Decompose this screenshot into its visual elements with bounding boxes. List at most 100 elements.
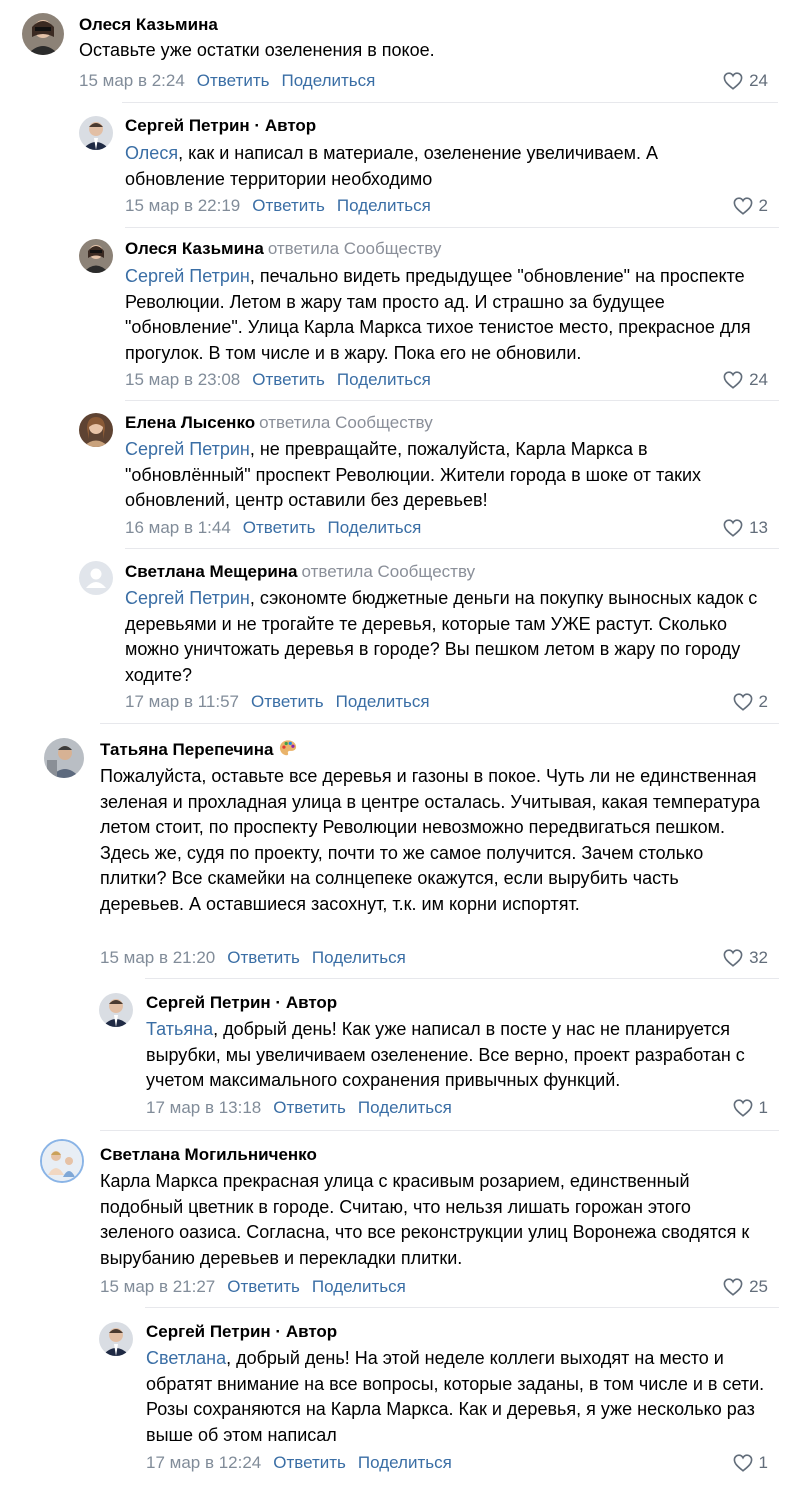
avatar[interactable] (99, 1322, 133, 1356)
heart-icon (723, 519, 743, 537)
heart-icon (723, 371, 743, 389)
comment-date[interactable]: 17 мар в 13:18 (146, 1098, 261, 1117)
avatar[interactable] (22, 13, 64, 55)
divider (125, 227, 779, 228)
reply-button[interactable]: Ответить (273, 1453, 346, 1472)
author-name[interactable]: Светлана Могильниченко (100, 1145, 317, 1164)
divider (125, 548, 779, 549)
avatar[interactable] (79, 116, 113, 150)
like-count: 1 (758, 1098, 768, 1117)
mention-link[interactable]: Олеся (125, 143, 178, 163)
share-button[interactable]: Поделиться (327, 518, 421, 537)
comment-text: Сергей Петрин, печально видеть предыдуще… (125, 266, 751, 363)
reply-button[interactable]: Ответить (252, 196, 325, 215)
comment-date[interactable]: 15 мар в 22:19 (125, 196, 240, 215)
divider (100, 723, 779, 724)
author-badge: Автор (285, 1322, 338, 1341)
reply-button[interactable]: Ответить (197, 71, 270, 90)
divider (145, 1307, 779, 1308)
heart-icon (723, 949, 743, 967)
comment-date[interactable]: 15 мар в 21:27 (100, 1277, 215, 1296)
heart-icon (723, 72, 743, 90)
divider (145, 978, 779, 979)
author-badge: Автор (264, 116, 317, 135)
mention-link[interactable]: Сергей Петрин (125, 588, 250, 608)
author-name[interactable]: Сергей Петрин (146, 993, 271, 1012)
palette-icon (279, 739, 297, 757)
reply-target[interactable]: ответила Сообществу (302, 562, 476, 581)
like-button[interactable]: 1 (733, 1097, 768, 1119)
comment-text: Карла Маркса прекрасная улица с красивым… (100, 1171, 750, 1268)
avatar[interactable] (99, 993, 133, 1027)
share-button[interactable]: Поделиться (312, 948, 406, 967)
comment-text: Олеся, как и написал в материале, озелен… (125, 143, 659, 189)
like-button[interactable]: 2 (733, 195, 768, 217)
share-button[interactable]: Поделиться (358, 1098, 452, 1117)
comment-date[interactable]: 16 мар в 1:44 (125, 518, 231, 537)
like-button[interactable]: 24 (723, 70, 768, 92)
mention-link[interactable]: Светлана (146, 1348, 226, 1368)
heart-icon (723, 1278, 743, 1296)
comment-date[interactable]: 15 мар в 23:08 (125, 370, 240, 389)
avatar[interactable] (79, 413, 113, 447)
like-button[interactable]: 1 (733, 1452, 768, 1474)
comment-text: Оставьте уже остатки озеленения в покое. (79, 40, 435, 60)
reply-button[interactable]: Ответить (243, 518, 316, 537)
share-button[interactable]: Поделиться (337, 370, 431, 389)
heart-icon (733, 197, 753, 215)
share-button[interactable]: Поделиться (336, 692, 430, 711)
heart-icon (733, 1454, 753, 1472)
comment-date[interactable]: 17 мар в 11:57 (125, 692, 239, 711)
avatar[interactable] (40, 1139, 84, 1183)
author-name[interactable]: Светлана Мещерина (125, 562, 298, 581)
reply-button[interactable]: Ответить (227, 948, 300, 967)
comment-date[interactable]: 15 мар в 2:24 (79, 71, 185, 90)
like-button[interactable]: 32 (723, 947, 768, 969)
author-name[interactable]: Татьяна Перепечина (100, 740, 273, 759)
share-button[interactable]: Поделиться (281, 71, 375, 90)
reply-button[interactable]: Ответить (227, 1277, 300, 1296)
share-button[interactable]: Поделиться (312, 1277, 406, 1296)
reply-button[interactable]: Ответить (252, 370, 325, 389)
avatar[interactable] (79, 561, 113, 595)
mention-link[interactable]: Татьяна (146, 1019, 213, 1039)
comment-text: Пожалуйста, оставьте все деревья и газон… (100, 766, 760, 914)
author-name[interactable]: Елена Лысенко (125, 413, 255, 432)
author-name[interactable]: Олеся Казьмина (125, 239, 264, 258)
author-name[interactable]: Олеся Казьмина (79, 15, 218, 34)
like-count: 32 (749, 948, 768, 967)
reply-target[interactable]: ответила Сообществу (259, 413, 433, 432)
author-name[interactable]: Сергей Петрин (146, 1322, 271, 1341)
divider (100, 1130, 779, 1131)
reply-button[interactable]: Ответить (273, 1098, 346, 1117)
comment-text: Светлана, добрый день! На этой неделе ко… (146, 1348, 765, 1445)
like-count: 24 (749, 370, 768, 389)
like-count: 13 (749, 518, 768, 537)
reply-target[interactable]: ответила Сообществу (268, 239, 442, 258)
reply-button[interactable]: Ответить (251, 692, 324, 711)
avatar[interactable] (79, 239, 113, 273)
comment-text: Сергей Петрин, не превращайте, пожалуйст… (125, 439, 702, 511)
divider (122, 102, 778, 103)
like-count: 2 (758, 196, 768, 215)
share-button[interactable]: Поделиться (337, 196, 431, 215)
like-button[interactable]: 24 (723, 369, 768, 391)
comment-text: Сергей Петрин, сэкономте бюджетные деньг… (125, 588, 758, 685)
like-button[interactable]: 13 (723, 517, 768, 539)
author-name[interactable]: Сергей Петрин (125, 116, 250, 135)
like-count: 2 (758, 692, 768, 711)
share-button[interactable]: Поделиться (358, 1453, 452, 1472)
like-button[interactable]: 2 (733, 691, 768, 713)
like-button[interactable]: 25 (723, 1276, 768, 1298)
heart-icon (733, 1099, 753, 1117)
like-count: 25 (749, 1277, 768, 1296)
author-badge: Автор (285, 993, 338, 1012)
avatar[interactable] (44, 738, 84, 778)
mention-link[interactable]: Сергей Петрин (125, 439, 250, 459)
comment-text: Татьяна, добрый день! Как уже написал в … (146, 1019, 745, 1091)
like-count: 1 (758, 1453, 768, 1472)
divider (125, 400, 779, 401)
comment-date[interactable]: 15 мар в 21:20 (100, 948, 215, 967)
comment-date[interactable]: 17 мар в 12:24 (146, 1453, 261, 1472)
mention-link[interactable]: Сергей Петрин (125, 266, 250, 286)
